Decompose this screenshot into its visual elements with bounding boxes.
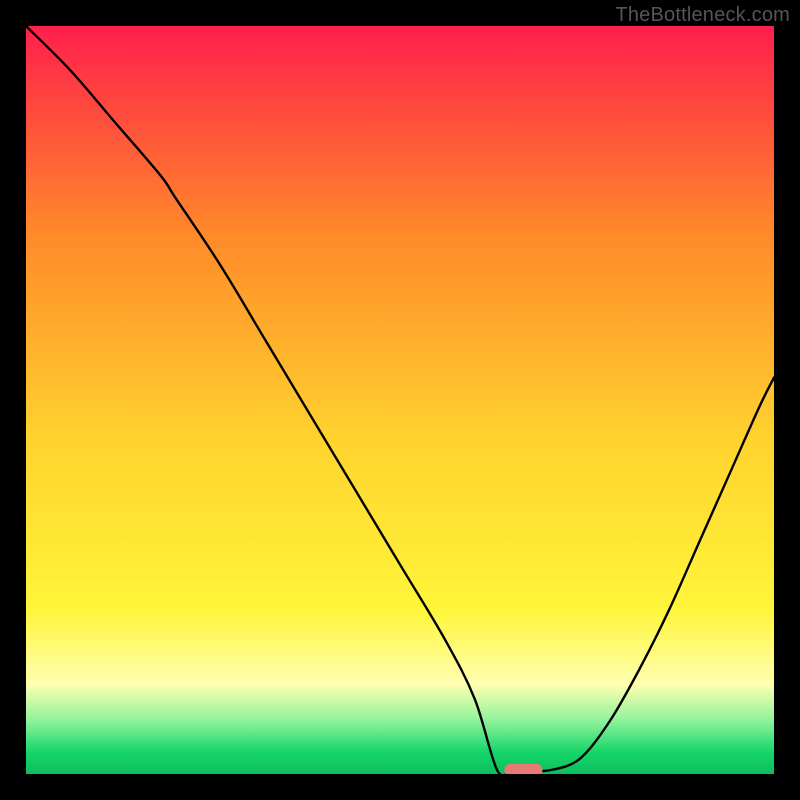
minimum-marker — [504, 764, 542, 774]
gradient-background — [26, 26, 774, 774]
plot-area — [26, 26, 774, 774]
chart-frame: TheBottleneck.com — [0, 0, 800, 800]
watermark-text: TheBottleneck.com — [615, 4, 790, 27]
plot-svg — [26, 26, 774, 774]
